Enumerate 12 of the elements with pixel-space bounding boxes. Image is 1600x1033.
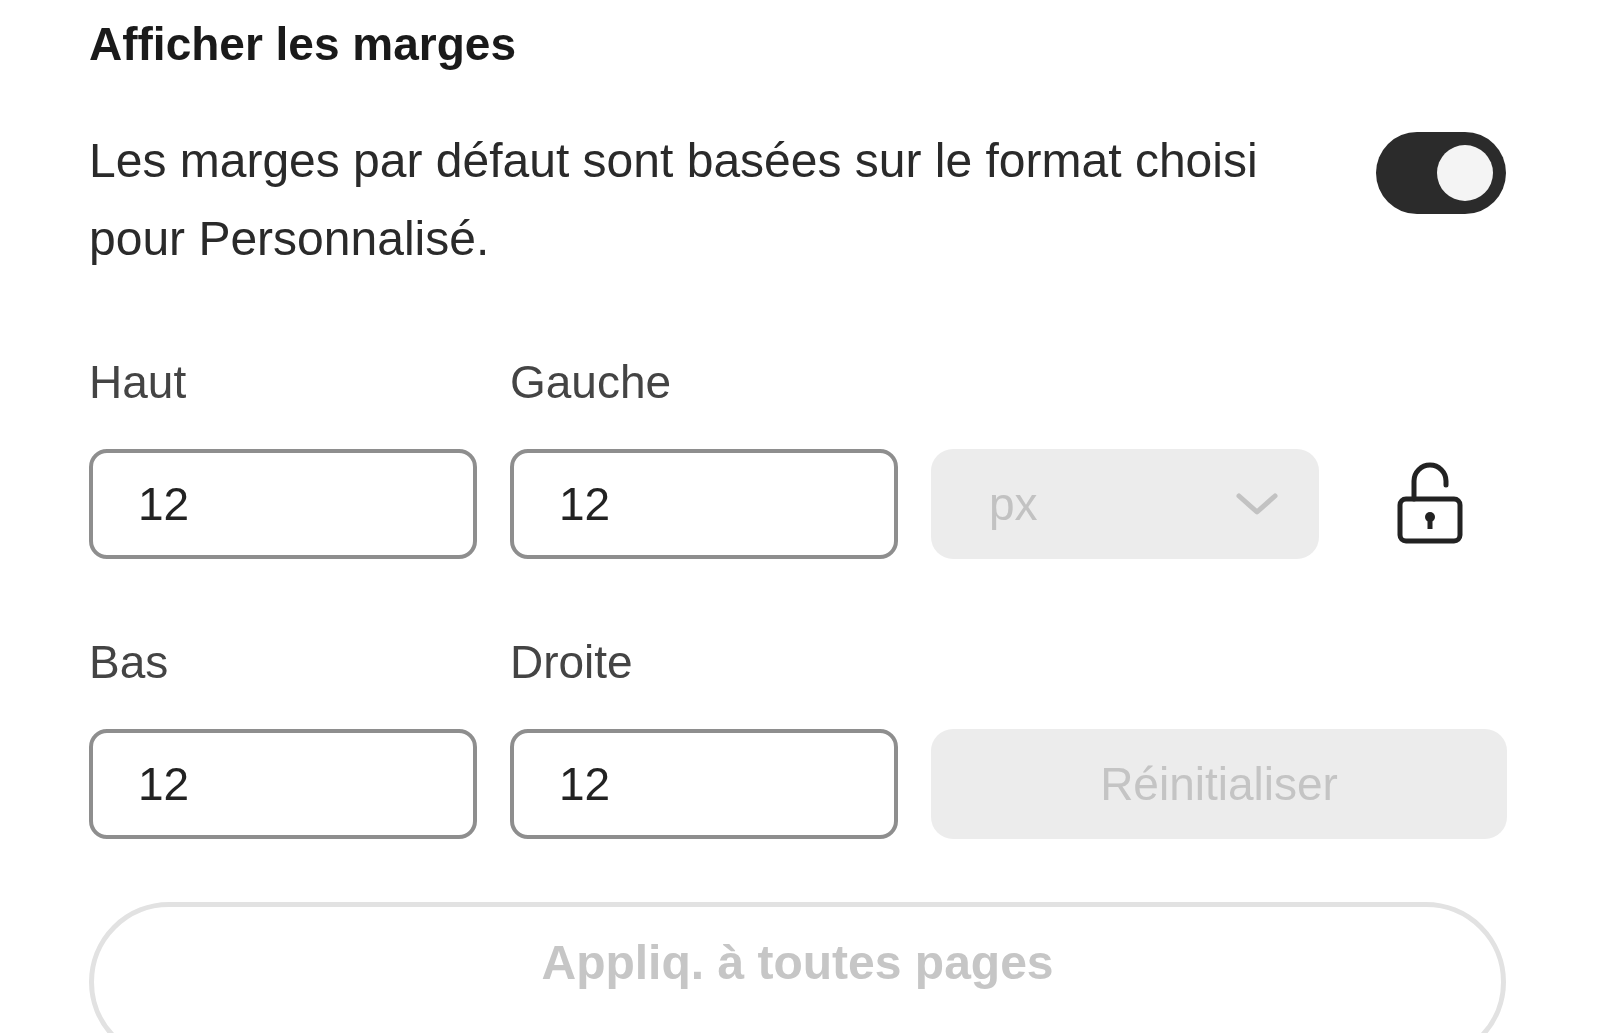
field-label: Gauche [510, 355, 673, 410]
section-title: Afficher les marges [89, 17, 517, 72]
input-field[interactable]: 12 [89, 729, 477, 839]
description: Les marges par défaut sont basées sur le format choisi pour Personnalisé. [89, 133, 1259, 267]
field-label: Haut [89, 355, 188, 410]
field-label: Droite [510, 635, 634, 690]
chevron-down-icon [1235, 492, 1279, 516]
input-field[interactable]: 12 [89, 449, 477, 559]
unlocked-lock-icon[interactable] [1395, 461, 1464, 545]
field-label: Bas [89, 635, 170, 690]
input-field[interactable]: 12 [510, 729, 898, 839]
input-field[interactable]: 12 [510, 449, 898, 559]
